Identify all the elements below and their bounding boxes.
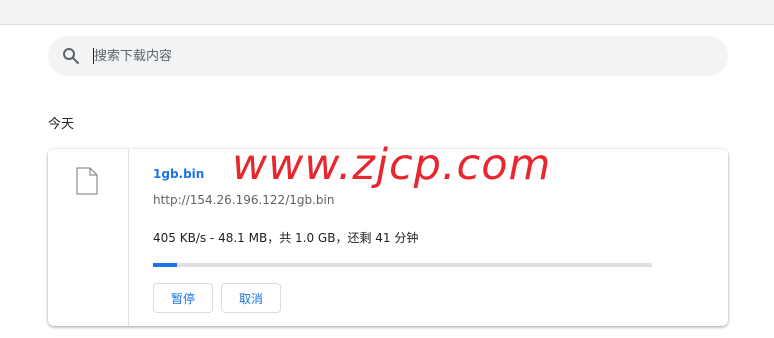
file-url[interactable]: http://154.26.196.122/1gb.bin: [153, 193, 334, 207]
search-icon[interactable]: [62, 47, 80, 65]
pause-button[interactable]: 暂停: [153, 283, 213, 313]
download-status: 405 KB/s - 48.1 MB，共 1.0 GB，还剩 41 分钟: [153, 231, 419, 245]
search-input[interactable]: [92, 43, 696, 69]
watermark-text: www.zjcp.com: [232, 140, 552, 190]
progress-bar: [153, 263, 652, 267]
search-bar[interactable]: [48, 36, 728, 76]
document-icon: [76, 167, 98, 195]
cancel-button[interactable]: 取消: [221, 283, 281, 313]
text-cursor: [93, 48, 94, 64]
date-heading: 今天: [48, 117, 75, 132]
file-name-link[interactable]: 1gb.bin: [153, 167, 204, 181]
top-toolbar: [0, 0, 774, 25]
progress-fill: [153, 263, 177, 267]
file-icon-area: [48, 149, 129, 326]
